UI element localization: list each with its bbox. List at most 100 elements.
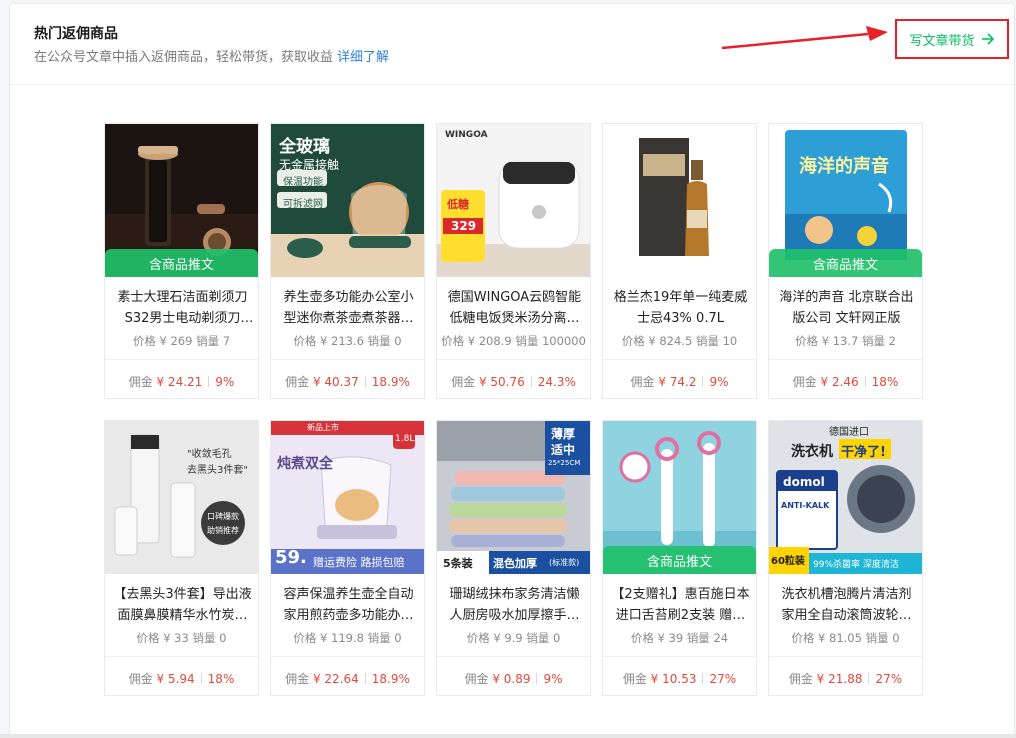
- product-name: 【去黑头3件套】导出液面膜鼻膜精华水竹炭…: [113, 587, 252, 623]
- divider: [105, 359, 258, 360]
- thumb-text: 去黑头3件套": [187, 465, 248, 476]
- commission-row: 佣金 ¥ 24.21 9%: [105, 373, 258, 390]
- commission-row: 佣金 ¥ 40.37 18.9%: [271, 373, 424, 390]
- page-title: 热门返佣商品: [34, 26, 118, 42]
- commission-rate: 27%: [709, 672, 737, 686]
- product-name: 海洋的声音 北京联合出版公司 文轩网正版: [779, 290, 914, 326]
- product-price-sales: 价格 ¥ 33 销量 0: [105, 630, 258, 646]
- thumb-text: 助销推荐: [207, 526, 239, 535]
- thumb-text: ANTI-KALK: [781, 501, 830, 510]
- product-price: 价格 ¥ 33: [136, 631, 189, 645]
- article-badge: 含商品推文: [603, 546, 756, 574]
- product-name: 容声保温养生壶全自动家用煎药壶多功能办…: [283, 587, 414, 623]
- product-price-sales: 价格 ¥ 824.5 销量 10: [603, 333, 756, 349]
- commission-rate: 18%: [871, 375, 899, 389]
- commission-row: 佣金 ¥ 22.64 18.9%: [271, 670, 424, 687]
- commission-amount: ¥ 10.53: [650, 672, 697, 686]
- product-name: 【2支赠礼】惠百施日本进口舌苔刷2支装 赠…: [611, 587, 750, 623]
- thumb-text: domol: [783, 475, 825, 489]
- product-sales: 销量 0: [367, 334, 402, 348]
- product-card[interactable]: 全玻璃 无金属接触 保温功能 可拆滤网 养生壶多功能办公室小型迷你煮茶壶煮茶器……: [270, 123, 425, 399]
- product-name: 德国WINGOA云鸥智能低糖电饭煲米汤分离…: [447, 290, 582, 326]
- commission-row: 佣金 ¥ 10.53 27%: [603, 670, 756, 687]
- product-price-sales: 价格 ¥ 119.8 销量 0: [271, 630, 424, 646]
- divider: [603, 656, 756, 657]
- arrow-right-icon: [981, 33, 994, 45]
- learn-more-link[interactable]: 详细了解: [337, 50, 389, 65]
- commission-row: 佣金 ¥ 50.76 24.3%: [437, 373, 590, 390]
- product-name: 素士大理石洁面剃须刀S32男士电动剃须刀礼…: [117, 290, 248, 326]
- thumb-text: 59.: [275, 547, 307, 568]
- subtitle-text: 在公众号文章中插入返佣商品，轻松带货，获取收益: [34, 50, 334, 65]
- annotation-arrow-icon: [721, 26, 888, 50]
- separator: [364, 673, 366, 684]
- product-sales: 销量 0: [526, 631, 561, 645]
- product-price-sales: 价格 ¥ 9.9 销量 0: [437, 630, 590, 646]
- commission-label: 佣金: [451, 375, 476, 389]
- thumb-text: 可拆滤网: [283, 199, 323, 210]
- product-card[interactable]: 含商品推文 【2支赠礼】惠百施日本进口舌苔刷2支装 赠… 价格 ¥ 39 销量 …: [602, 420, 757, 696]
- product-card[interactable]: 格兰杰19年单一纯麦威士忌43% 0.7L 价格 ¥ 824.5 销量 10 佣…: [602, 123, 757, 399]
- thumb-text: 新品上市: [307, 423, 339, 432]
- commission-rate: 18.9%: [371, 672, 410, 686]
- product-price-sales: 价格 ¥ 39 销量 24: [603, 630, 756, 646]
- article-badge: 含商品推文: [769, 249, 922, 277]
- product-sales: 销量 2: [861, 334, 896, 348]
- product-card[interactable]: 新品上市 炖煮双全 1.8L 59. 赠运费险 路损包赔 容声保温养生壶全自动家…: [270, 420, 425, 696]
- product-image: 全玻璃 无金属接触 保温功能 可拆滤网: [271, 124, 424, 277]
- product-card[interactable]: WINGOA 低糖 329 德国WINGOA云鸥智能低糖电饭煲米汤分离… 价格 …: [436, 123, 591, 399]
- commission-row: 佣金 ¥ 0.89 9%: [437, 670, 590, 687]
- thumb-text: 60粒装: [771, 556, 805, 567]
- product-price-sales: 价格 ¥ 208.9 销量 100000: [437, 333, 590, 349]
- commission-rate: 9%: [215, 375, 235, 389]
- commission-amount: ¥ 24.21: [156, 375, 203, 389]
- commission-row: 佣金 ¥ 5.94 18%: [105, 670, 258, 687]
- horizontal-scrollbar[interactable]: [0, 734, 1016, 738]
- separator: [200, 673, 202, 684]
- product-price: 价格 ¥ 13.7: [795, 334, 859, 348]
- commission-amount: ¥ 74.2: [658, 375, 697, 389]
- write-article-button[interactable]: 写文章带货: [895, 19, 1009, 59]
- product-sales: 销量 7: [196, 334, 231, 348]
- commission-amount: ¥ 2.46: [820, 375, 859, 389]
- thumb-text: 25*25CM: [548, 459, 581, 467]
- thumb-text: 口碑爆款: [207, 512, 239, 521]
- separator: [868, 673, 870, 684]
- commission-label: 佣金: [285, 672, 310, 686]
- thumb-text: 99%杀菌率 深度清洁: [813, 560, 899, 570]
- product-card[interactable]: 薄厚 适中 25*25CM 5条装 混色加厚 (标准款) 珊瑚绒抹布家务清洁懒人…: [436, 420, 591, 696]
- commission-amount: ¥ 40.37: [312, 375, 359, 389]
- thumb-text: 全玻璃: [279, 137, 330, 157]
- product-card[interactable]: 海洋的声音 含商品推文 海洋的声音 北京联合出版公司 文轩网正版 价格 ¥ 13…: [768, 123, 923, 399]
- commission-label: 佣金: [622, 672, 647, 686]
- product-name: 养生壶多功能办公室小型迷你煮茶壶煮茶器…: [283, 290, 414, 326]
- separator: [702, 376, 704, 387]
- product-price-sales: 价格 ¥ 13.7 销量 2: [769, 333, 922, 349]
- write-article-label: 写文章带货: [909, 33, 975, 49]
- commission-rate: 9%: [709, 375, 729, 389]
- page-subtitle: 在公众号文章中插入返佣商品，轻松带货，获取收益 详细了解: [34, 46, 389, 65]
- product-price-sales: 价格 ¥ 269 销量 7: [105, 333, 258, 349]
- thumb-text: 洗衣机: [791, 444, 833, 460]
- separator: [530, 376, 532, 387]
- thumb-text: 混色加厚: [493, 557, 537, 570]
- product-price-sales: 价格 ¥ 81.05 销量 0: [769, 630, 922, 646]
- separator: [702, 673, 704, 684]
- product-sales: 销量 10: [695, 334, 738, 348]
- divider: [437, 656, 590, 657]
- product-card[interactable]: "收敛毛孔 去黑头3件套" 口碑爆款 助销推荐 【去黑头3件套】导出液面膜鼻膜精…: [104, 420, 259, 696]
- thumb-text: 炖煮双全: [277, 456, 333, 472]
- product-price: 价格 ¥ 208.9: [441, 334, 512, 348]
- separator: [536, 673, 538, 684]
- thumb-text: 德国进口: [829, 427, 869, 438]
- thumb-text: 赠运费险 路损包赔: [313, 556, 405, 569]
- product-image: 含商品推文: [105, 124, 258, 277]
- divider: [769, 359, 922, 360]
- product-card[interactable]: 含商品推文 素士大理石洁面剃须刀S32男士电动剃须刀礼… 价格 ¥ 269 销量…: [104, 123, 259, 399]
- product-price: 价格 ¥ 39: [630, 631, 684, 645]
- thumb-text: WINGOA: [445, 130, 488, 140]
- product-sales: 销量 100000: [515, 334, 586, 348]
- product-card[interactable]: 德国进口 洗衣机 干净了! domol ANTI-KALK 60粒装 99%杀菌…: [768, 420, 923, 696]
- divider: [603, 359, 756, 360]
- product-image: 薄厚 适中 25*25CM 5条装 混色加厚 (标准款): [437, 421, 590, 574]
